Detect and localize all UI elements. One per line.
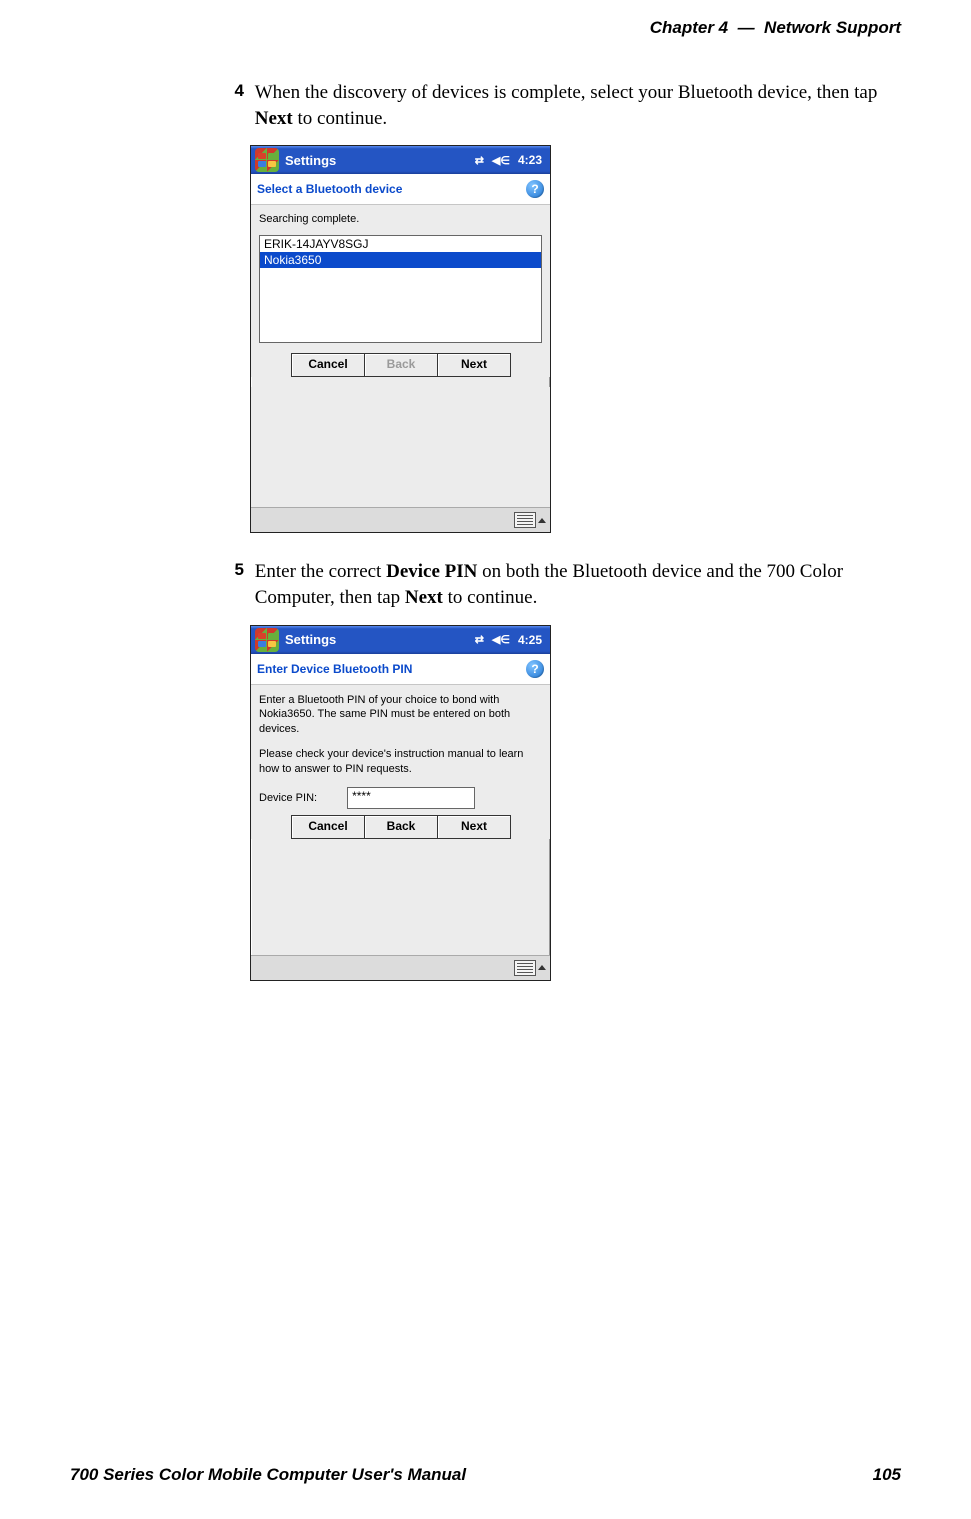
- clock-text[interactable]: 4:23: [518, 153, 542, 167]
- cancel-button[interactable]: Cancel: [291, 815, 365, 839]
- step-5-number: 5: [222, 559, 244, 582]
- connectivity-icon[interactable]: ⇄: [475, 633, 484, 646]
- footer-manual-title: 700 Series Color Mobile Computer User's …: [70, 1465, 466, 1485]
- cancel-button[interactable]: Cancel: [291, 353, 365, 377]
- chapter-title: Network Support: [764, 18, 901, 37]
- subtitle-text: Enter Device Bluetooth PIN: [257, 662, 412, 676]
- sip-arrow-icon[interactable]: [538, 965, 546, 970]
- screenshot-enter-pin: Settings ⇄ ◀∈ 4:25 Enter Device Bluetoot…: [250, 625, 551, 981]
- step-4-number: 4: [222, 80, 244, 103]
- step-5: 5 Enter the correct Device PIN on both t…: [222, 559, 901, 610]
- wizard-buttons: Cancel Back Next: [259, 353, 542, 377]
- volume-icon[interactable]: ◀∈: [492, 633, 510, 646]
- pin-row: Device PIN: ****: [259, 787, 542, 809]
- instruction-text-2: Please check your device's instruction m…: [259, 747, 542, 777]
- system-tray: ⇄ ◀∈ 4:23: [475, 153, 550, 167]
- sip-bar: [251, 507, 550, 532]
- step-4-text: When the discovery of devices is complet…: [255, 80, 895, 131]
- next-button[interactable]: Next: [437, 815, 511, 839]
- next-button[interactable]: Next: [437, 353, 511, 377]
- chapter-label: Chapter 4: [650, 18, 728, 37]
- status-text: Searching complete.: [259, 213, 542, 225]
- device-listbox[interactable]: ERIK-14JAYV8SGJ Nokia3650: [259, 235, 542, 343]
- header-dash: —: [738, 18, 755, 37]
- help-icon[interactable]: ?: [526, 180, 544, 198]
- subtitle-bar: Enter Device Bluetooth PIN ?: [251, 654, 550, 685]
- running-header: Chapter 4 — Network Support: [650, 18, 901, 38]
- keyboard-icon[interactable]: [514, 512, 536, 528]
- titlebar: Settings ⇄ ◀∈ 4:23: [251, 146, 550, 174]
- screenshot-select-device: Settings ⇄ ◀∈ 4:23 Select a Bluetooth de…: [250, 145, 551, 533]
- titlebar: Settings ⇄ ◀∈ 4:25: [251, 626, 550, 654]
- footer-page-number: 105: [873, 1465, 901, 1485]
- pin-label: Device PIN:: [259, 792, 317, 804]
- volume-icon[interactable]: ◀∈: [492, 154, 510, 167]
- sip-arrow-icon[interactable]: [538, 518, 546, 523]
- title-text: Settings: [285, 632, 475, 647]
- pin-input[interactable]: ****: [347, 787, 475, 809]
- connectivity-icon[interactable]: ⇄: [475, 154, 484, 167]
- step-4: 4 When the discovery of devices is compl…: [222, 80, 901, 131]
- start-icon[interactable]: [255, 148, 279, 172]
- list-item[interactable]: ERIK-14JAYV8SGJ: [260, 236, 541, 252]
- instruction-text-1: Enter a Bluetooth PIN of your choice to …: [259, 693, 542, 738]
- keyboard-icon[interactable]: [514, 960, 536, 976]
- step-5-text: Enter the correct Device PIN on both the…: [255, 559, 895, 610]
- back-button[interactable]: Back: [364, 815, 438, 839]
- subtitle-bar: Select a Bluetooth device ?: [251, 174, 550, 205]
- clock-text[interactable]: 4:25: [518, 633, 542, 647]
- system-tray: ⇄ ◀∈ 4:25: [475, 633, 550, 647]
- list-item-selected[interactable]: Nokia3650: [260, 252, 541, 268]
- sip-bar: [251, 955, 550, 980]
- wizard-buttons: Cancel Back Next: [259, 815, 542, 839]
- back-button: Back: [364, 353, 438, 377]
- subtitle-text: Select a Bluetooth device: [257, 182, 402, 196]
- help-icon[interactable]: ?: [526, 660, 544, 678]
- title-text: Settings: [285, 153, 475, 168]
- start-icon[interactable]: [255, 628, 279, 652]
